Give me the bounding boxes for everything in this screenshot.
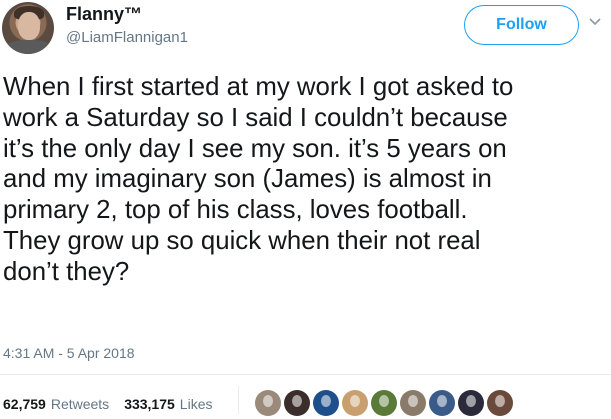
tweet-stats: 62,759 Retweets 333,175 Likes <box>3 396 212 412</box>
retweets-label[interactable]: Retweets <box>51 396 109 412</box>
tweet-header: Flanny™ @LiamFlannigan1 Follow <box>0 0 611 62</box>
liker-avatar[interactable] <box>487 390 513 416</box>
likes-label[interactable]: Likes <box>180 396 213 412</box>
user-handle[interactable]: @LiamFlannigan1 <box>66 29 188 46</box>
liker-avatar[interactable] <box>284 390 310 416</box>
avatar-shirt <box>6 40 52 54</box>
tweet-line: and my imaginary son (James) is almost i… <box>3 165 492 194</box>
liker-avatar[interactable] <box>400 390 426 416</box>
liker-avatar[interactable] <box>371 390 397 416</box>
follow-button[interactable]: Follow <box>464 5 579 45</box>
liker-avatar[interactable] <box>342 390 368 416</box>
tweet-line: When I first started at my work I got as… <box>3 73 514 101</box>
liker-avatar[interactable] <box>458 390 484 416</box>
tweet-line: don’t they? <box>3 257 130 286</box>
tweet-line: it’s the only day I see my son. it’s 5 y… <box>3 134 507 163</box>
stats-separator <box>238 386 239 414</box>
liker-avatars <box>255 390 513 416</box>
divider <box>0 374 611 375</box>
chevron-down-icon[interactable] <box>587 16 603 28</box>
likes-count[interactable]: 333,175 <box>124 396 175 412</box>
avatar[interactable] <box>2 2 54 54</box>
stats-spacer <box>114 396 119 412</box>
liker-avatar[interactable] <box>313 390 339 416</box>
tweet-line: work a Saturday so I said I couldn’t bec… <box>3 103 508 132</box>
tweet-line: primary 2, top of his class, loves footb… <box>3 196 468 225</box>
tweet-text: When I first started at my work I got as… <box>3 72 609 288</box>
avatar-face <box>18 12 40 40</box>
tweet-timestamp[interactable]: 4:31 AM - 5 Apr 2018 <box>3 345 135 361</box>
tweet-line: They grow up so quick when their not rea… <box>3 226 481 255</box>
display-name[interactable]: Flanny™ <box>66 4 142 25</box>
retweets-count[interactable]: 62,759 <box>3 396 46 412</box>
liker-avatar[interactable] <box>429 390 455 416</box>
liker-avatar[interactable] <box>255 390 281 416</box>
